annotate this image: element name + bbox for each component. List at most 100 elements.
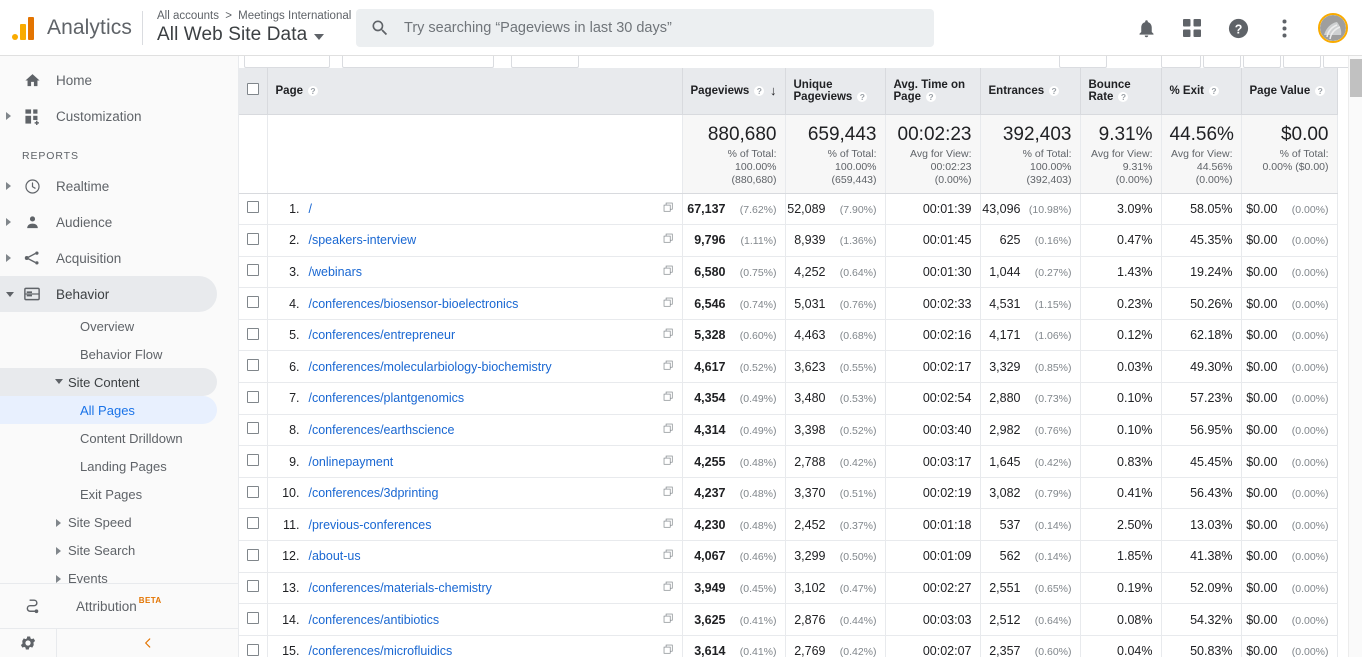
table-row[interactable]: 5. /conferences/entrepreneur 5,328 (0.60%) 4…: [239, 319, 1338, 352]
open-page-icon[interactable]: [663, 328, 674, 339]
open-page-icon[interactable]: [663, 455, 674, 466]
open-page-icon[interactable]: [663, 518, 674, 529]
select-all-checkbox[interactable]: [246, 83, 259, 96]
open-page-icon[interactable]: [663, 455, 674, 469]
toolbar-stub-button-1[interactable]: [244, 56, 330, 68]
row-checkbox[interactable]: [246, 390, 259, 403]
column-header-bounce-rate[interactable]: Bounce Rate?: [1080, 68, 1162, 115]
breadcrumb-property[interactable]: Meetings International: [238, 10, 351, 22]
cell-page[interactable]: 12. /about-us: [267, 540, 683, 573]
help-icon[interactable]: ?: [1208, 84, 1221, 97]
open-page-icon[interactable]: [663, 233, 674, 247]
row-select-cell[interactable]: [239, 224, 268, 257]
table-row[interactable]: 2. /speakers-interview 9,796 (1.11%) 8,939 (1…: [239, 224, 1338, 257]
sidebar-item-realtime[interactable]: Realtime: [0, 168, 217, 204]
open-page-icon[interactable]: [663, 297, 674, 308]
cell-page[interactable]: 3. /webinars: [267, 256, 683, 289]
cell-page[interactable]: 7. /conferences/plantgenomics: [267, 382, 683, 415]
page-link[interactable]: /conferences/entrepreneur: [309, 328, 456, 342]
open-page-icon[interactable]: [663, 202, 674, 213]
toolbar-view-button-3[interactable]: [1243, 56, 1281, 68]
sidebar-item-events[interactable]: Events: [0, 564, 217, 583]
row-checkbox[interactable]: [246, 485, 259, 498]
open-page-icon[interactable]: [663, 360, 674, 371]
open-page-icon[interactable]: [663, 486, 674, 497]
open-page-icon[interactable]: [663, 265, 674, 276]
page-link[interactable]: /speakers-interview: [309, 233, 417, 247]
table-row[interactable]: 12. /about-us 4,067 (0.46%) 3,299 (0.50%) 00:0…: [239, 540, 1338, 573]
page-link[interactable]: /about-us: [309, 549, 361, 563]
toolbar-view-button-4[interactable]: [1283, 56, 1321, 68]
row-select-cell[interactable]: [239, 382, 268, 415]
open-page-icon[interactable]: [663, 581, 674, 592]
cell-page[interactable]: 5. /conferences/entrepreneur: [267, 319, 683, 352]
open-page-icon[interactable]: [663, 613, 674, 624]
grid-apps-icon[interactable]: [1180, 16, 1204, 40]
sort-desc-icon[interactable]: ↓: [770, 84, 777, 97]
row-checkbox[interactable]: [246, 327, 259, 340]
chevron-left-icon[interactable]: [57, 636, 238, 650]
help-icon[interactable]: ?: [1226, 16, 1250, 40]
search-bar[interactable]: [356, 9, 934, 47]
column-header-page[interactable]: Page?: [267, 68, 683, 115]
sidebar-item-site-speed[interactable]: Site Speed: [0, 508, 217, 536]
bell-icon[interactable]: [1134, 16, 1158, 40]
page-link[interactable]: /conferences/antibiotics: [309, 613, 440, 627]
sidebar-item-landing-pages[interactable]: Landing Pages: [0, 452, 217, 480]
search-input[interactable]: [404, 20, 904, 36]
page-link[interactable]: /conferences/microfluidics: [309, 644, 453, 657]
row-select-cell[interactable]: [239, 287, 268, 320]
table-row[interactable]: 1. / 67,137 (7.62%) 52,089 (7.90%) 00:01:39 43,…: [239, 193, 1338, 226]
sidebar-item-attribution[interactable]: Attribution BETA: [0, 583, 238, 628]
table-row[interactable]: 10. /conferences/3dprinting 4,237 (0.48%) 3,…: [239, 477, 1338, 510]
page-link[interactable]: /conferences/biosensor-bioelectronics: [309, 297, 519, 311]
row-checkbox[interactable]: [246, 612, 259, 625]
open-page-icon[interactable]: [663, 549, 674, 563]
account-selector[interactable]: All accounts > Meetings International Al…: [157, 9, 377, 46]
vertical-dots-icon[interactable]: [1272, 16, 1296, 40]
open-page-icon[interactable]: [663, 265, 674, 279]
table-row[interactable]: 8. /conferences/earthscience 4,314 (0.49%) 3…: [239, 414, 1338, 447]
column-header-avg-time-on-page[interactable]: Avg. Time on Page?: [885, 68, 981, 115]
help-icon[interactable]: ?: [1117, 90, 1130, 103]
cell-page[interactable]: 14. /conferences/antibiotics: [267, 603, 683, 636]
help-icon[interactable]: ?: [753, 84, 766, 97]
sidebar-item-home[interactable]: Home: [0, 62, 217, 98]
open-page-icon[interactable]: [663, 423, 674, 437]
open-page-icon[interactable]: [663, 391, 674, 402]
page-link[interactable]: /conferences/3dprinting: [309, 486, 439, 500]
cell-page[interactable]: 2. /speakers-interview: [267, 224, 683, 257]
open-page-icon[interactable]: [663, 297, 674, 311]
row-select-cell[interactable]: [239, 508, 268, 542]
cell-page[interactable]: 4. /conferences/biosensor-bioelectronics: [267, 287, 683, 320]
select-all-header[interactable]: [239, 68, 268, 115]
toolbar-view-button-1[interactable]: [1161, 56, 1201, 68]
gear-icon[interactable]: [0, 634, 56, 652]
page-link[interactable]: /conferences/molecularbiology-biochemist…: [309, 360, 552, 374]
sidebar-item-site-content[interactable]: Site Content: [0, 368, 217, 396]
cell-page[interactable]: 6. /conferences/molecularbiology-biochemi…: [267, 350, 683, 384]
open-page-icon[interactable]: [663, 202, 674, 216]
toolbar-stub-button-4[interactable]: [1059, 56, 1107, 68]
row-select-cell[interactable]: [239, 193, 268, 226]
cell-page[interactable]: 9. /onlinepayment: [267, 445, 683, 478]
cell-page[interactable]: 8. /conferences/earthscience: [267, 414, 683, 447]
cell-page[interactable]: 11. /previous-conferences: [267, 508, 683, 542]
open-page-icon[interactable]: [663, 423, 674, 434]
sidebar-item-exit-pages[interactable]: Exit Pages: [0, 480, 217, 508]
row-checkbox[interactable]: [246, 517, 259, 530]
sidebar-item-audience[interactable]: Audience: [0, 204, 217, 240]
help-icon[interactable]: ?: [856, 90, 869, 103]
open-page-icon[interactable]: [663, 233, 674, 244]
row-select-cell[interactable]: [239, 319, 268, 352]
sidebar-item-behavior[interactable]: Behavior: [0, 276, 217, 312]
column-header-page-value[interactable]: Page Value?: [1241, 68, 1338, 115]
column-header-unique-pageviews[interactable]: Unique Pageviews?: [785, 68, 886, 115]
sidebar-item-content-drilldown[interactable]: Content Drilldown: [0, 424, 217, 452]
table-row[interactable]: 14. /conferences/antibiotics 3,625 (0.41%) 2…: [239, 603, 1338, 636]
row-checkbox[interactable]: [246, 359, 259, 372]
help-icon[interactable]: ?: [1048, 84, 1061, 97]
page-link[interactable]: /previous-conferences: [309, 518, 432, 532]
table-row[interactable]: 7. /conferences/plantgenomics 4,354 (0.49%)…: [239, 382, 1338, 415]
open-page-icon[interactable]: [663, 328, 674, 342]
